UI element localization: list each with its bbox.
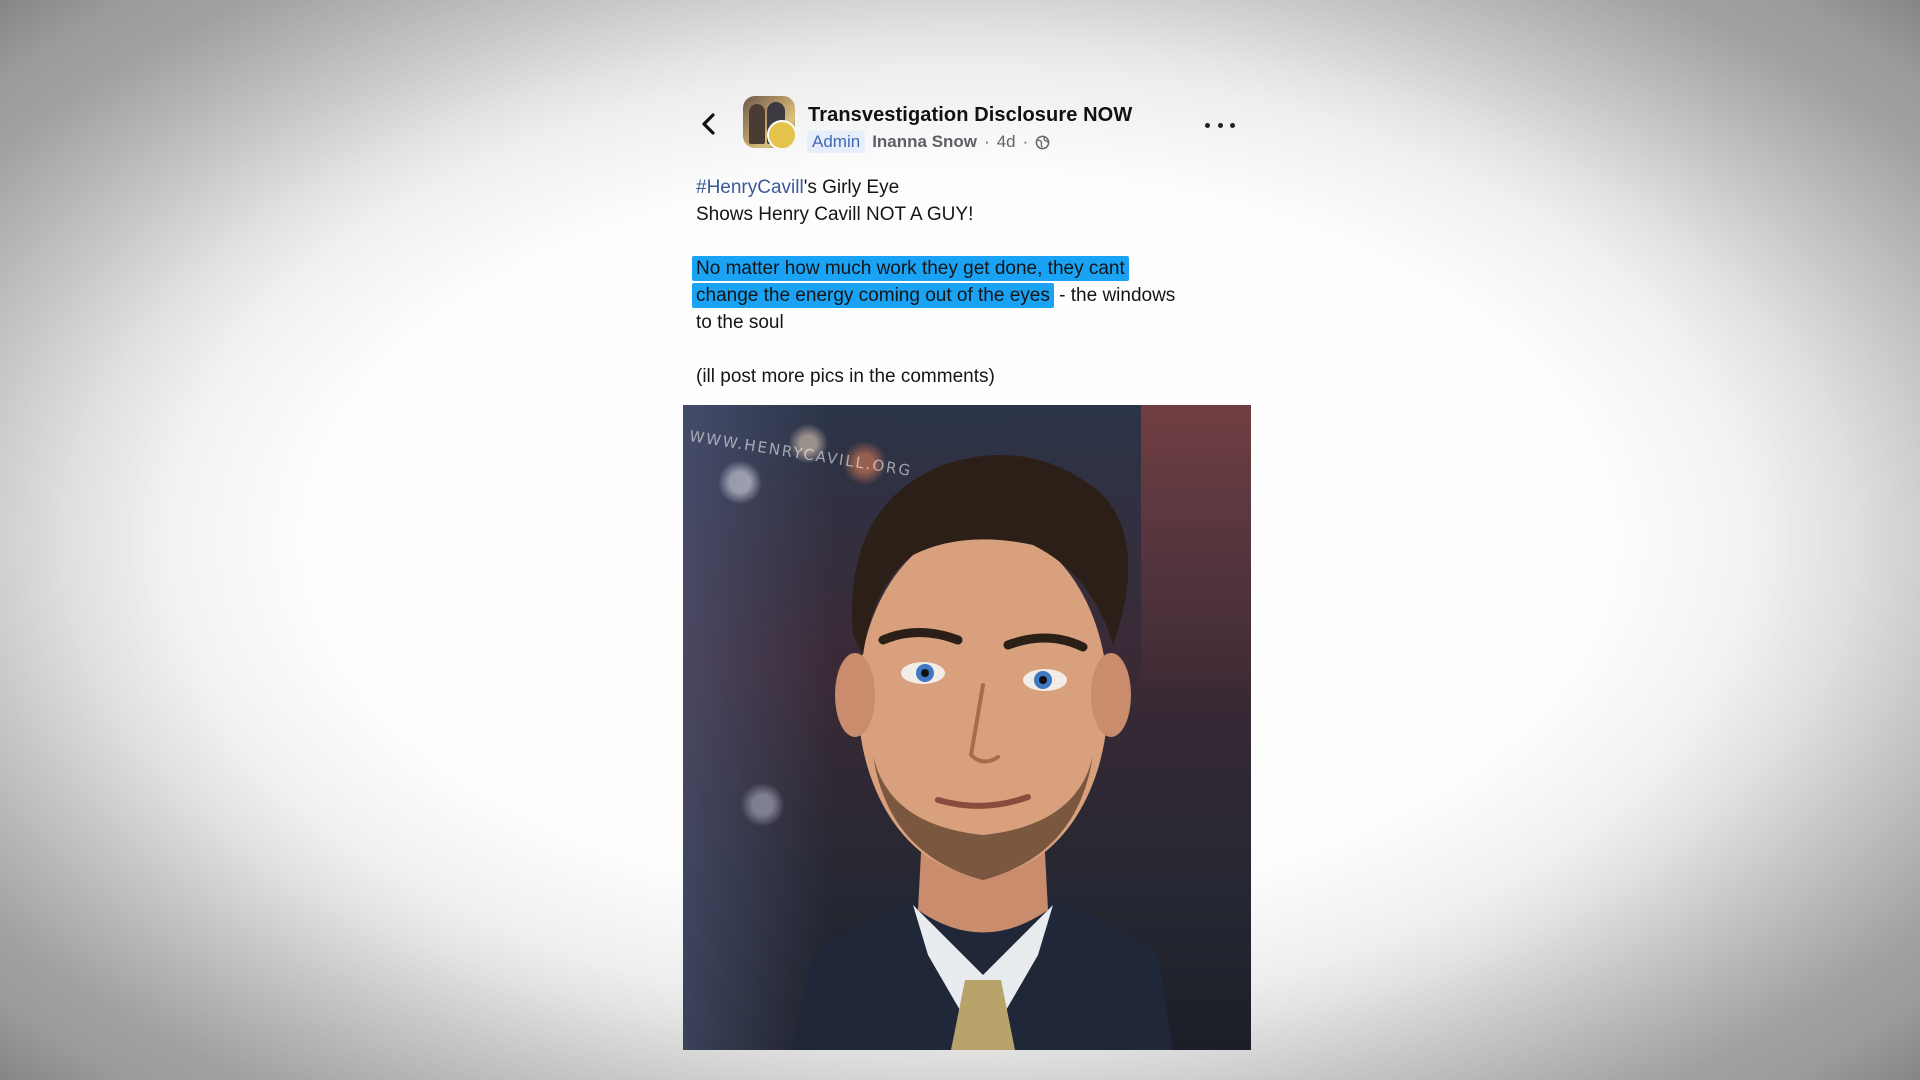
post-meta: Admin Inanna Snow · 4d · — [807, 131, 1050, 153]
text-fragment: 's Girly Eye — [803, 177, 900, 198]
group-avatar[interactable] — [743, 96, 795, 148]
more-dot — [1205, 122, 1210, 128]
more-options-button[interactable] — [1205, 118, 1235, 132]
admin-badge: Admin — [807, 131, 866, 153]
author-name[interactable]: Inanna Snow — [872, 132, 977, 152]
text-line: No matter how much work they get done, t… — [692, 255, 1236, 282]
post-photo[interactable]: WWW.HENRYCAVILL.ORG — [683, 405, 1251, 1050]
facebook-post: Transvestigation Disclosure NOW Admin In… — [683, 90, 1253, 1050]
text-fragment: - the windows — [1059, 285, 1176, 306]
back-button[interactable] — [697, 110, 721, 138]
more-dot — [1217, 122, 1223, 128]
meta-separator: · — [984, 132, 990, 151]
chevron-left-icon — [702, 113, 715, 135]
highlighted-text: change the energy coming out of the eyes — [692, 283, 1054, 308]
more-dot — [1230, 122, 1235, 128]
avatar-figure — [749, 104, 765, 144]
text-line: (ill post more pics in the comments) — [696, 366, 995, 387]
highlighted-text: No matter how much work they get done, t… — [692, 256, 1129, 281]
group-name[interactable]: Transvestigation Disclosure NOW — [808, 104, 1132, 127]
meta-separator: · — [1022, 132, 1029, 151]
text-line: to the soul — [696, 312, 784, 333]
text-line: Shows Henry Cavill NOT A GUY! — [696, 204, 974, 225]
text-line: change the energy coming out of the eyes… — [692, 282, 1236, 309]
globe-icon — [1035, 135, 1050, 149]
text-line: #HenryCavill's Girly Eye — [696, 174, 1236, 201]
post-text: #HenryCavill's Girly Eye Shows Henry Cav… — [692, 174, 1236, 390]
post-time[interactable]: 4d — [997, 132, 1016, 152]
hashtag-link[interactable]: #HenryCavill — [696, 177, 804, 198]
post-header: Transvestigation Disclosure NOW Admin In… — [683, 90, 1253, 160]
avatar-badge — [767, 120, 795, 148]
portrait-illustration — [793, 455, 1173, 1050]
